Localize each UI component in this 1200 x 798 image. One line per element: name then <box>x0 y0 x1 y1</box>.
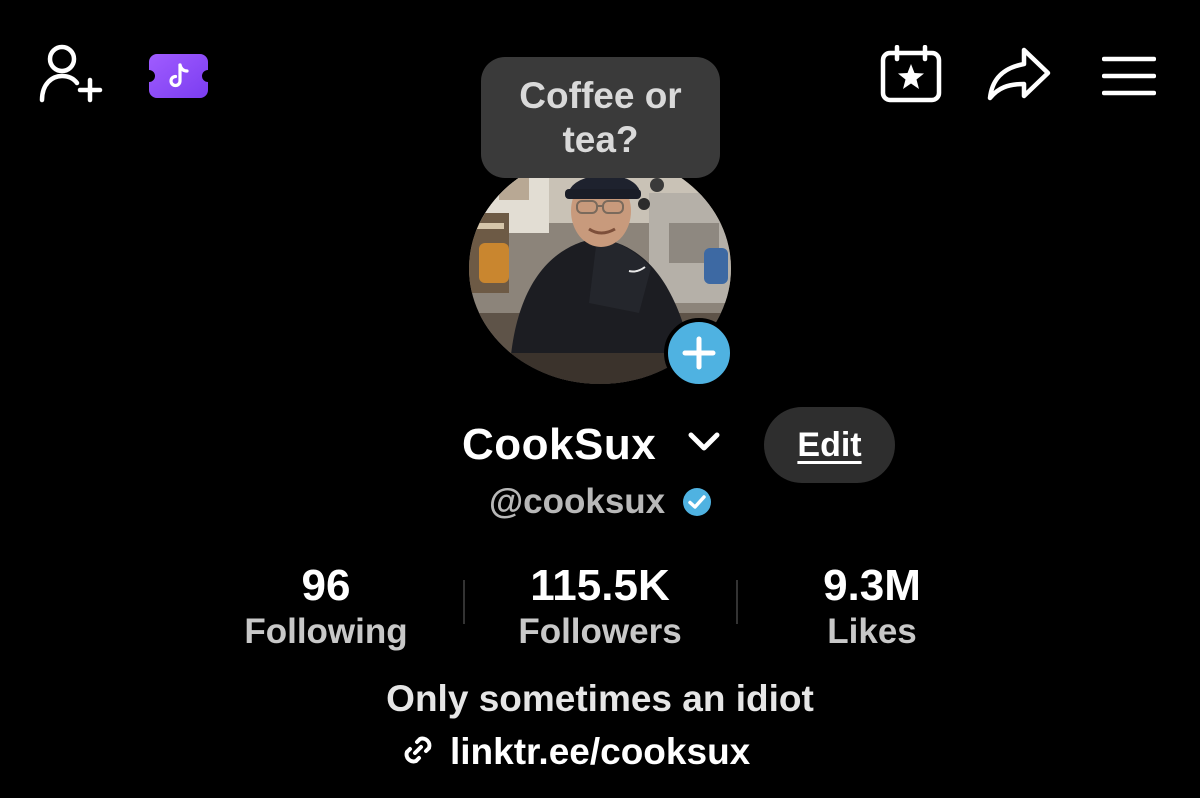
note-bubble-tail-small <box>638 198 650 210</box>
profile-link-text: linktr.ee/cooksux <box>450 731 751 772</box>
stat-divider <box>463 580 465 624</box>
following-label: Following <box>244 612 408 651</box>
note-bubble[interactable]: Coffee or tea? <box>481 57 720 178</box>
share-arrow-icon[interactable] <box>986 46 1052 102</box>
followers-count: 115.5K <box>530 561 670 610</box>
stat-divider <box>736 580 738 624</box>
likes-count: 9.3M <box>823 561 921 610</box>
calendar-star-icon[interactable] <box>880 45 942 103</box>
profile-link[interactable]: linktr.ee/cooksux <box>400 728 750 776</box>
hamburger-menu-icon[interactable] <box>1102 55 1156 97</box>
note-bubble-tail <box>650 178 664 192</box>
username: @cooksux <box>489 482 666 521</box>
chevron-down-icon[interactable] <box>687 430 721 459</box>
edit-profile-button[interactable]: Edit <box>764 407 895 483</box>
stat-likes[interactable]: 9.3M Likes <box>772 562 972 654</box>
following-count: 96 <box>301 561 351 610</box>
verified-badge-icon <box>682 487 712 522</box>
profile-bio: Only sometimes an idiot <box>386 678 814 719</box>
add-story-button[interactable] <box>664 318 734 388</box>
followers-label: Followers <box>518 612 682 651</box>
add-friends-icon[interactable] <box>38 42 104 104</box>
likes-label: Likes <box>827 612 917 651</box>
link-icon <box>400 732 436 773</box>
stat-following[interactable]: 96 Following <box>226 562 426 654</box>
display-name: CookSux <box>462 420 657 469</box>
stat-followers[interactable]: 115.5K Followers <box>495 562 705 654</box>
tiktok-ticket-icon[interactable] <box>149 54 208 98</box>
note-text: Coffee or tea? <box>519 74 682 160</box>
